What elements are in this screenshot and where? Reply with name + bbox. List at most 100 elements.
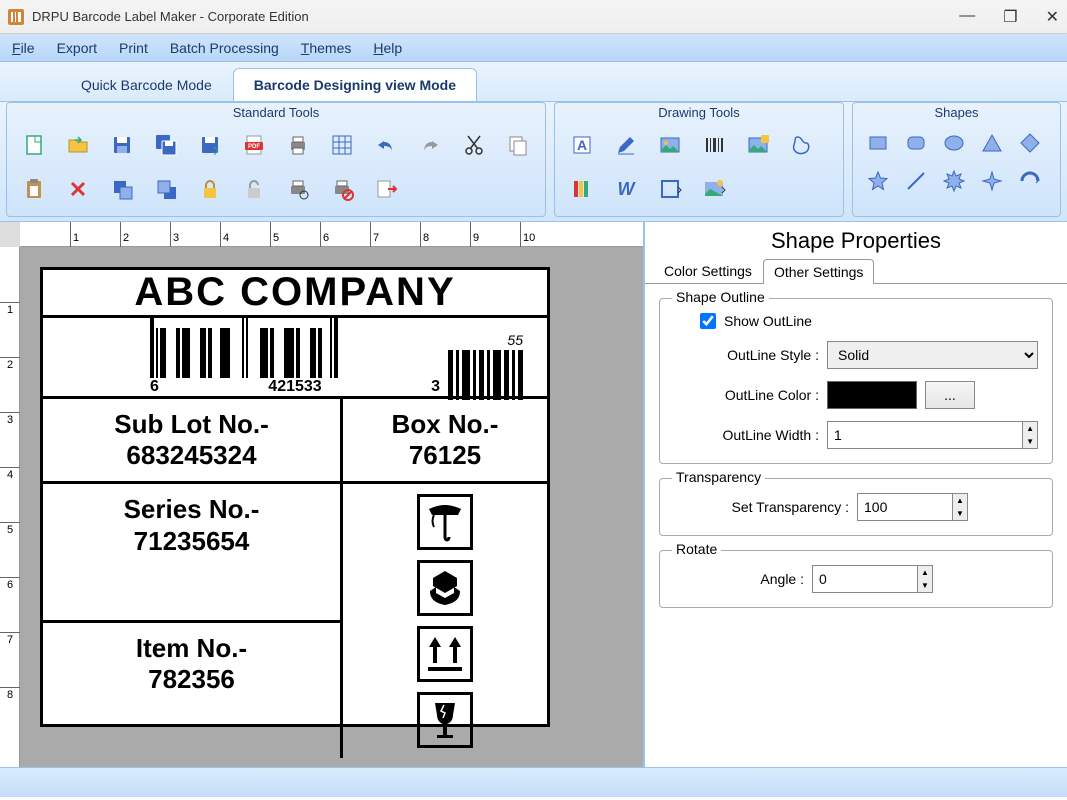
delete-button[interactable] xyxy=(59,170,97,208)
tab-color-settings[interactable]: Color Settings xyxy=(653,258,763,283)
print-preview-button[interactable] xyxy=(279,170,317,208)
picture-tool[interactable] xyxy=(651,126,689,164)
shape-ellipse[interactable] xyxy=(937,126,971,160)
shape-triangle[interactable] xyxy=(975,126,1009,160)
panel-drawing: Drawing Tools A W xyxy=(554,102,844,217)
redo-button[interactable] xyxy=(411,126,449,164)
ruler-horizontal: 12 34 56 78 910 xyxy=(20,222,643,247)
shape-line[interactable] xyxy=(899,164,933,198)
ruler-vertical: 12 34 56 78 xyxy=(0,247,20,767)
menubar: File Export Print Batch Processing Theme… xyxy=(0,34,1067,62)
series-item-cell[interactable]: Series No.-71235654 Item No.-782356 xyxy=(43,484,343,758)
menu-themes[interactable]: Themes xyxy=(301,40,352,56)
barcode-tool[interactable] xyxy=(695,126,733,164)
package-icons[interactable] xyxy=(343,484,547,758)
tab-other-settings[interactable]: Other Settings xyxy=(763,259,875,284)
outline-color-browse[interactable]: ... xyxy=(925,381,975,409)
sublot-cell[interactable]: Sub Lot No.-683245324 xyxy=(43,399,343,481)
shape-burst[interactable] xyxy=(937,164,971,198)
grid-button[interactable] xyxy=(323,126,361,164)
shape-4point-star[interactable] xyxy=(975,164,1009,198)
close-button[interactable]: ✕ xyxy=(1046,7,1059,27)
print-disable-button[interactable] xyxy=(323,170,361,208)
design-canvas[interactable]: ABC COMPANY xyxy=(20,247,643,767)
maximize-button[interactable]: ❐ xyxy=(1003,7,1017,27)
cut-button[interactable] xyxy=(455,126,493,164)
box-cell[interactable]: Box No.-76125 xyxy=(343,399,547,481)
shape-diamond[interactable] xyxy=(1013,126,1047,160)
save-button[interactable] xyxy=(103,126,141,164)
send-back-button[interactable] xyxy=(147,170,185,208)
tab-design-mode[interactable]: Barcode Designing view Mode xyxy=(233,68,477,101)
outline-width-label: OutLine Width : xyxy=(674,427,819,443)
custom-shape-tool[interactable] xyxy=(783,126,821,164)
shape-rounded-rect[interactable] xyxy=(899,126,933,160)
keep-dry-icon xyxy=(417,494,473,550)
properties-panel: Shape Properties Color Settings Other Se… xyxy=(645,222,1067,767)
outline-style-label: OutLine Style : xyxy=(674,347,819,363)
canvas-area: 12 34 56 78 910 12 34 56 78 ABC COMPANY xyxy=(0,222,645,767)
save-as-button[interactable] xyxy=(191,126,229,164)
outline-color-swatch[interactable] xyxy=(827,381,917,409)
image-insert-tool[interactable] xyxy=(739,126,777,164)
barcode-main[interactable] xyxy=(150,318,440,378)
outline-style-select[interactable]: Solid xyxy=(827,341,1038,369)
tab-quick-mode[interactable]: Quick Barcode Mode xyxy=(60,68,233,101)
print-button[interactable] xyxy=(279,126,317,164)
label-design[interactable]: ABC COMPANY xyxy=(40,267,550,727)
minimize-button[interactable]: — xyxy=(959,7,975,27)
barcode-secondary[interactable]: 55 xyxy=(448,332,523,400)
shape-star[interactable] xyxy=(861,164,895,198)
angle-down[interactable]: ▼ xyxy=(918,579,932,592)
angle-label: Angle : xyxy=(674,571,804,587)
angle-up[interactable]: ▲ xyxy=(918,566,932,579)
picture-fx-tool[interactable] xyxy=(695,170,733,208)
panel-shapes: Shapes xyxy=(852,102,1061,217)
barcode-row[interactable]: 6 421533 3 55 xyxy=(43,318,547,399)
new-button[interactable] xyxy=(15,126,53,164)
titlebar: DRPU Barcode Label Maker - Corporate Edi… xyxy=(0,0,1067,34)
menu-print[interactable]: Print xyxy=(119,40,148,56)
outline-color-label: OutLine Color : xyxy=(674,387,819,403)
show-outline-label: Show OutLine xyxy=(724,313,812,329)
unlock-button[interactable] xyxy=(235,170,273,208)
text-tool[interactable]: A xyxy=(563,126,601,164)
handle-care-icon xyxy=(417,560,473,616)
transparency-up[interactable]: ▲ xyxy=(953,494,967,507)
paste-button[interactable] xyxy=(15,170,53,208)
show-outline-checkbox[interactable] xyxy=(700,313,716,329)
menu-help[interactable]: Help xyxy=(373,40,402,56)
toolstrip: Standard Tools PDF Drawing Tools xyxy=(0,102,1067,222)
wordart-tool[interactable]: W xyxy=(607,170,645,208)
pdf-button[interactable]: PDF xyxy=(235,126,273,164)
transparency-input[interactable] xyxy=(857,493,952,521)
shape-arc[interactable] xyxy=(1013,164,1047,198)
frame-tool[interactable] xyxy=(651,170,689,208)
export-button[interactable] xyxy=(367,170,405,208)
pencil-tool[interactable] xyxy=(607,126,645,164)
company-name[interactable]: ABC COMPANY xyxy=(43,270,547,318)
bring-front-button[interactable] xyxy=(103,170,141,208)
svg-text:PDF: PDF xyxy=(248,144,260,150)
save-all-button[interactable] xyxy=(147,126,185,164)
open-button[interactable] xyxy=(59,126,97,164)
fragile-icon xyxy=(417,692,473,748)
outline-width-input[interactable] xyxy=(827,421,1022,449)
properties-tabs: Color Settings Other Settings xyxy=(645,258,1067,284)
transparency-down[interactable]: ▼ xyxy=(953,507,967,520)
shape-rectangle[interactable] xyxy=(861,126,895,160)
copy-button[interactable] xyxy=(499,126,537,164)
outline-width-up[interactable]: ▲ xyxy=(1023,422,1037,435)
rotate-group: Rotate Angle : ▲▼ xyxy=(659,550,1053,608)
transparency-group: Transparency Set Transparency : ▲▼ xyxy=(659,478,1053,536)
menu-file[interactable]: File xyxy=(12,40,35,56)
lock-button[interactable] xyxy=(191,170,229,208)
menu-batch[interactable]: Batch Processing xyxy=(170,40,279,56)
library-tool[interactable] xyxy=(563,170,601,208)
angle-input[interactable] xyxy=(812,565,917,593)
statusbar xyxy=(0,767,1067,797)
menu-export[interactable]: Export xyxy=(57,40,97,56)
undo-button[interactable] xyxy=(367,126,405,164)
panel-shapes-title: Shapes xyxy=(853,103,1060,122)
outline-width-down[interactable]: ▼ xyxy=(1023,435,1037,448)
